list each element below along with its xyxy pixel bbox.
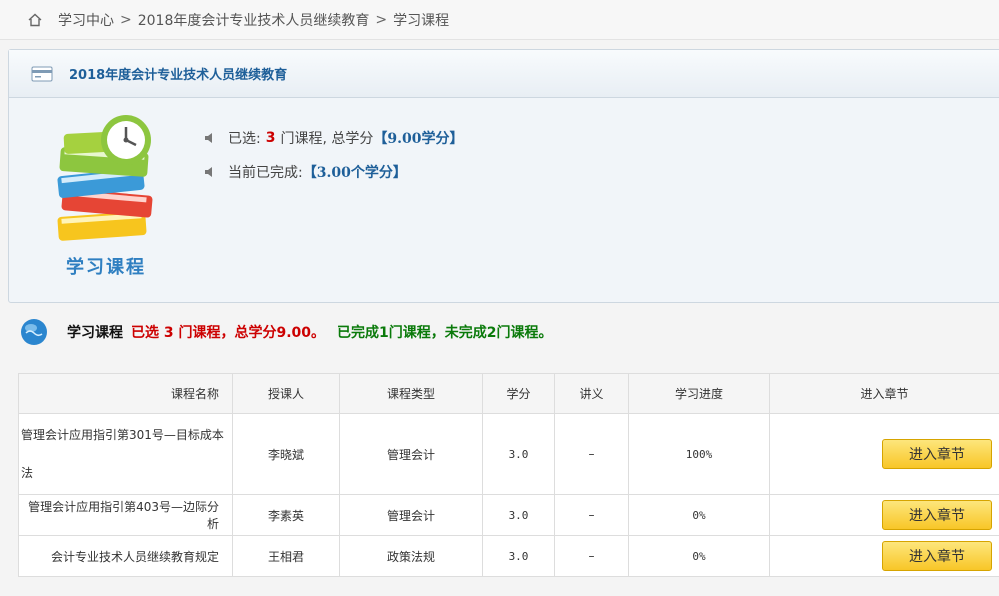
program-panel: 2018年度会计专业技术人员继续教育 学习课程 — [8, 49, 999, 303]
course-name: 会计专业技术人员继续教育规定 — [18, 535, 233, 577]
course-table: 课程名称 授课人 课程类型 学分 讲义 学习进度 进入章节 管理会计应用指引第3… — [18, 373, 999, 577]
selected-count: 3 — [265, 130, 276, 146]
enter-chapter-button[interactable]: 进入章节 — [882, 439, 992, 469]
completed-credits: 【3.00个学分】 — [302, 165, 407, 181]
course-name: 管理会计应用指引第403号—边际分析 — [18, 494, 233, 536]
course-notes[interactable]: – — [554, 494, 629, 536]
course-credit: 3.0 — [482, 494, 555, 536]
course-teacher: 王相君 — [232, 535, 340, 577]
course-summary: 学习课程 已选 3 门课程，总学分9.00。 已完成1门课程，未完成2门课程。 — [20, 318, 553, 346]
course-notes[interactable]: – — [554, 535, 629, 577]
course-type: 管理会计 — [339, 494, 483, 536]
course-progress: 0% — [628, 535, 770, 577]
course-name: 管理会计应用指引第301号—目标成本法 — [18, 413, 233, 495]
completed-prefix: 当前已完成: — [228, 165, 303, 181]
column-header-type: 课程类型 — [339, 373, 483, 414]
column-header-enter: 进入章节 — [769, 373, 999, 414]
column-header-teacher: 授课人 — [232, 373, 340, 414]
card-icon — [31, 66, 53, 82]
total-credits: 【9.00学分】 — [373, 131, 464, 147]
course-type: 管理会计 — [339, 413, 483, 495]
breadcrumb-separator: > — [375, 11, 388, 28]
course-notes[interactable]: – — [554, 413, 629, 495]
course-teacher: 李晓斌 — [232, 413, 340, 495]
enter-chapter-button[interactable]: 进入章节 — [882, 500, 992, 530]
enter-cell: 进入章节 — [769, 535, 999, 577]
summary-completed: 已完成1门课程，未完成2门课程。 — [337, 325, 553, 341]
breadcrumb-program[interactable]: 2018年度会计专业技术人员继续教育 — [138, 10, 370, 30]
enter-cell: 进入章节 — [769, 413, 999, 495]
breadcrumb-current: 学习课程 — [393, 12, 450, 29]
panel-header: 2018年度会计专业技术人员继续教育 — [9, 50, 999, 98]
column-header-progress: 学习进度 — [628, 373, 770, 414]
speaker-icon — [204, 132, 216, 144]
panel-title: 2018年度会计专业技术人员继续教育 — [69, 68, 288, 83]
column-header-course-name: 课程名称 — [18, 373, 233, 414]
column-header-credit: 学分 — [482, 373, 555, 414]
books-clock-illustration — [54, 114, 164, 244]
breadcrumb: 学习中心 > 2018年度会计专业技术人员继续教育 > 学习课程 — [0, 0, 999, 40]
table-row: 管理会计应用指引第301号—目标成本法 李晓斌 管理会计 3.0 – 100% … — [18, 413, 999, 495]
table-header-row: 课程名称 授课人 课程类型 学分 讲义 学习进度 进入章节 — [18, 373, 999, 414]
completed-credits-line: 当前已完成: 【3.00个学分】 — [204, 162, 407, 182]
column-header-notes: 讲义 — [554, 373, 629, 414]
selected-suffix: 门课程, 总学分 — [280, 131, 374, 147]
course-progress: 0% — [628, 494, 770, 536]
table-row: 管理会计应用指引第403号—边际分析 李素英 管理会计 3.0 – 0% 进入章… — [18, 494, 999, 536]
enter-cell: 进入章节 — [769, 494, 999, 536]
course-progress: 100% — [628, 413, 770, 495]
table-row: 会计专业技术人员继续教育规定 王相君 政策法规 3.0 – 0% 进入章节 — [18, 535, 999, 577]
breadcrumb-learning-center[interactable]: 学习中心 — [58, 10, 114, 30]
selected-prefix: 已选: — [228, 131, 261, 147]
home-icon[interactable] — [28, 13, 42, 27]
illustration-label: 学习课程 — [66, 257, 146, 278]
selected-credits-line: 已选: 3 门课程, 总学分 【9.00学分】 — [204, 128, 463, 148]
speaker-icon — [204, 166, 216, 178]
summary-selected: 已选 3 门课程，总学分9.00。 — [131, 325, 326, 341]
course-credit: 3.0 — [482, 535, 555, 577]
enter-chapter-button[interactable]: 进入章节 — [882, 541, 992, 571]
course-credit: 3.0 — [482, 413, 555, 495]
globe-icon — [20, 318, 48, 346]
course-teacher: 李素英 — [232, 494, 340, 536]
course-type: 政策法规 — [339, 535, 483, 577]
summary-label: 学习课程 — [67, 325, 123, 341]
breadcrumb-separator: > — [120, 11, 132, 28]
